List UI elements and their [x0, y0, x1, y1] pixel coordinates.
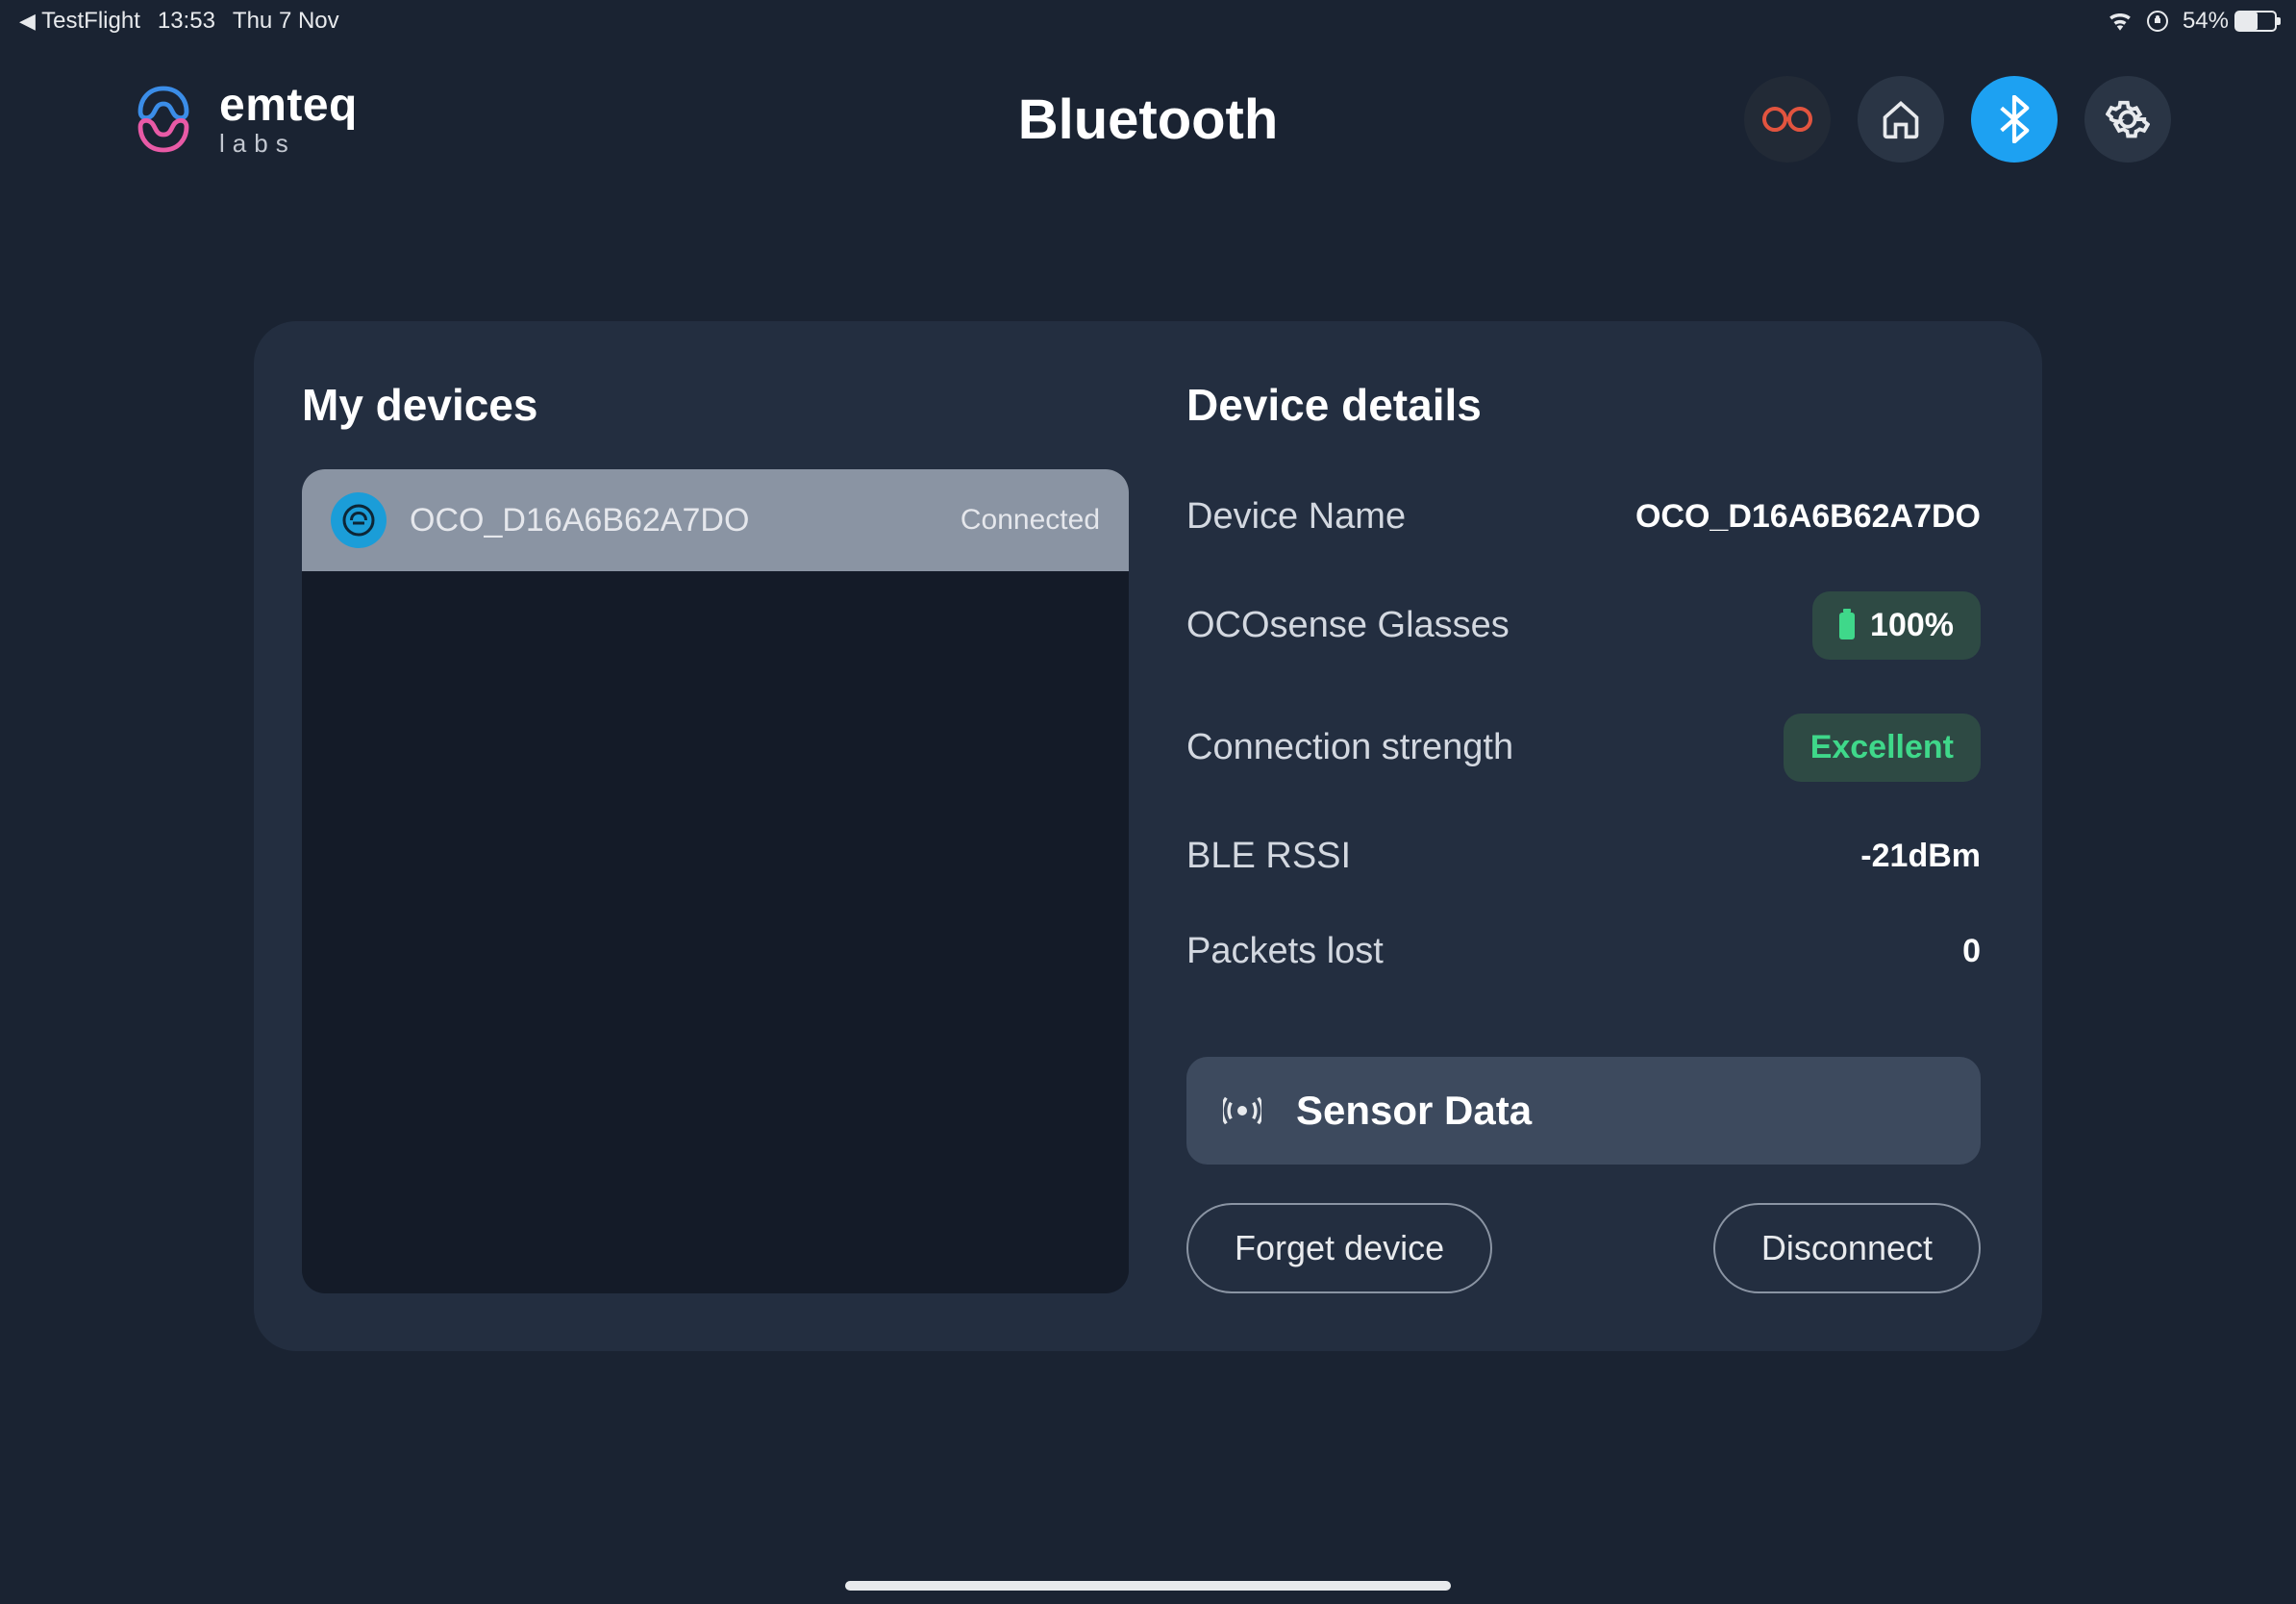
home-button[interactable] — [1858, 76, 1944, 163]
brand-logo: emteq labs — [125, 81, 358, 158]
detail-value-name: OCO_D16A6B62A7DO — [1635, 498, 1981, 536]
device-item-status: Connected — [961, 504, 1100, 537]
battery-level-icon — [1839, 613, 1855, 639]
sensor-icon — [1221, 1090, 1263, 1132]
forget-device-label: Forget device — [1235, 1228, 1444, 1267]
back-to-app[interactable]: ◀ TestFlight — [19, 8, 140, 35]
back-app-label: TestFlight — [41, 8, 140, 34]
disconnect-button[interactable]: Disconnect — [1713, 1203, 1981, 1293]
connection-strength-value: Excellent — [1784, 714, 1981, 782]
detail-label: Device Name — [1186, 496, 1406, 538]
battery-icon — [2234, 11, 2277, 32]
device-details-title: Device details — [1186, 379, 1981, 431]
packets-lost-value: 0 — [1962, 933, 1981, 970]
device-avatar-icon — [331, 492, 387, 548]
settings-button[interactable] — [2084, 76, 2171, 163]
detail-label: Packets lost — [1186, 931, 1384, 972]
home-icon — [1880, 98, 1922, 140]
my-devices-title: My devices — [302, 379, 1129, 431]
app-header: emteq labs Bluetooth — [0, 42, 2296, 196]
glasses-button[interactable] — [1744, 76, 1831, 163]
detail-label: Connection strength — [1186, 727, 1513, 768]
battery-pill: 100% — [1812, 591, 1981, 660]
sensor-data-label: Sensor Data — [1296, 1088, 1532, 1134]
detail-row-rssi: BLE RSSI -21dBm — [1186, 809, 1981, 904]
ios-status-bar: ◀ TestFlight 13:53 Thu 7 Nov 54% — [0, 0, 2296, 42]
rssi-value: -21dBm — [1860, 838, 1981, 875]
device-list-item[interactable]: OCO_D16A6B62A7DO Connected — [302, 469, 1129, 571]
detail-label: OCOsense Glasses — [1186, 605, 1510, 646]
detail-row-packets: Packets lost 0 — [1186, 904, 1981, 999]
forget-device-button[interactable]: Forget device — [1186, 1203, 1492, 1293]
bluetooth-button[interactable] — [1971, 76, 2058, 163]
main-panel: My devices OCO_D16A6B62A7DO Connected De… — [254, 321, 2042, 1351]
device-item-name: OCO_D16A6B62A7DO — [410, 502, 937, 539]
detail-row-connection: Connection strength Excellent — [1186, 687, 1981, 809]
brand-sub: labs — [219, 131, 358, 156]
sensor-data-button[interactable]: Sensor Data — [1186, 1057, 1981, 1165]
detail-label: BLE RSSI — [1186, 836, 1351, 877]
battery-percent-value: 100% — [1870, 607, 1954, 644]
logo-icon — [125, 81, 202, 158]
detail-row-product: OCOsense Glasses 100% — [1186, 564, 1981, 687]
disconnect-label: Disconnect — [1761, 1228, 1933, 1267]
gear-icon — [2106, 97, 2150, 141]
brand-name: emteq — [219, 83, 358, 129]
detail-row-name: Device Name OCO_D16A6B62A7DO — [1186, 469, 1981, 564]
page-title: Bluetooth — [1018, 88, 1279, 152]
home-indicator[interactable] — [845, 1581, 1451, 1591]
device-list: OCO_D16A6B62A7DO Connected — [302, 469, 1129, 1293]
wifi-icon — [2108, 12, 2133, 31]
bluetooth-icon — [1998, 95, 2031, 143]
chevron-left-icon: ◀ — [19, 9, 36, 33]
glasses-icon — [1761, 105, 1813, 134]
battery-percent: 54% — [2183, 8, 2229, 35]
status-time: 13:53 — [158, 8, 215, 35]
status-date: Thu 7 Nov — [233, 8, 339, 35]
orientation-lock-icon — [2146, 10, 2169, 33]
